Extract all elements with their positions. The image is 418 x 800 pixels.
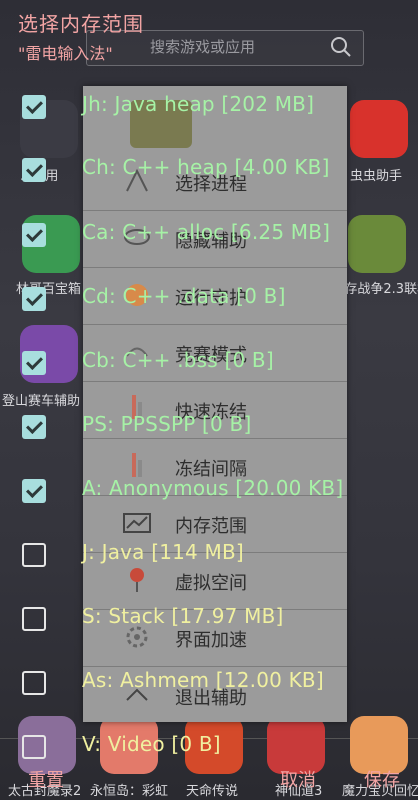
region-label[interactable]: A: Anonymous [20.00 KB] bbox=[82, 476, 343, 500]
region-checkbox[interactable] bbox=[22, 607, 46, 631]
region-checkbox[interactable] bbox=[22, 287, 46, 311]
dialog-title: 选择内存范围 bbox=[18, 12, 144, 36]
region-checkbox[interactable] bbox=[22, 95, 46, 119]
region-label[interactable]: Jh: Java heap [202 MB] bbox=[82, 92, 314, 116]
launcher-search-placeholder: 搜索游戏或应用 bbox=[150, 38, 256, 56]
region-label[interactable]: J: Java [114 MB] bbox=[82, 540, 244, 564]
region-label[interactable]: Ch: C++ heap [4.00 KB] bbox=[82, 155, 330, 179]
region-checkbox[interactable] bbox=[22, 671, 46, 695]
region-label[interactable]: Cd: C++ .data [0 B] bbox=[82, 284, 286, 308]
region-checkbox[interactable] bbox=[22, 415, 46, 439]
cancel-button[interactable]: 取消 bbox=[280, 766, 316, 792]
dock-app-label: 永恒岛：彩虹 bbox=[90, 784, 169, 799]
region-label[interactable]: V: Video [0 B] bbox=[82, 732, 221, 756]
region-checkbox[interactable] bbox=[22, 543, 46, 567]
dock-app-label: 天命传说 bbox=[186, 784, 239, 799]
save-button[interactable]: 保存 bbox=[364, 766, 400, 792]
region-checkbox[interactable] bbox=[22, 351, 46, 375]
dialog-subtitle: "雷电输入法" bbox=[18, 44, 113, 63]
region-label[interactable]: Ca: C++ alloc [6.25 MB] bbox=[82, 220, 330, 244]
region-checkbox[interactable] bbox=[22, 158, 46, 182]
search-icon[interactable] bbox=[330, 36, 352, 58]
region-checkbox[interactable] bbox=[22, 735, 46, 759]
region-label[interactable]: As: Ashmem [12.00 KB] bbox=[82, 668, 324, 692]
virtual-space-icon bbox=[122, 564, 152, 594]
region-checkbox[interactable] bbox=[22, 479, 46, 503]
menu-item-label: 界面加速 bbox=[175, 630, 247, 651]
app-icon-minecraft[interactable] bbox=[348, 215, 406, 273]
app-icon-chongchong[interactable] bbox=[350, 100, 408, 158]
menu-item-label: 内存范围 bbox=[175, 516, 247, 537]
region-checkbox[interactable] bbox=[22, 223, 46, 247]
region-label[interactable]: S: Stack [17.97 MB] bbox=[82, 604, 284, 628]
region-label[interactable]: PS: PPSSPP [0 B] bbox=[82, 412, 251, 436]
app-label: 登山赛车辅助 bbox=[2, 394, 81, 409]
app-label: 虫虫助手 bbox=[350, 169, 403, 184]
region-label[interactable]: Cb: C++ .bss [0 B] bbox=[82, 348, 274, 372]
memory-range-icon bbox=[122, 508, 152, 538]
menu-item-label: 虚拟空间 bbox=[175, 573, 247, 594]
reset-button[interactable]: 重置 bbox=[28, 766, 64, 792]
